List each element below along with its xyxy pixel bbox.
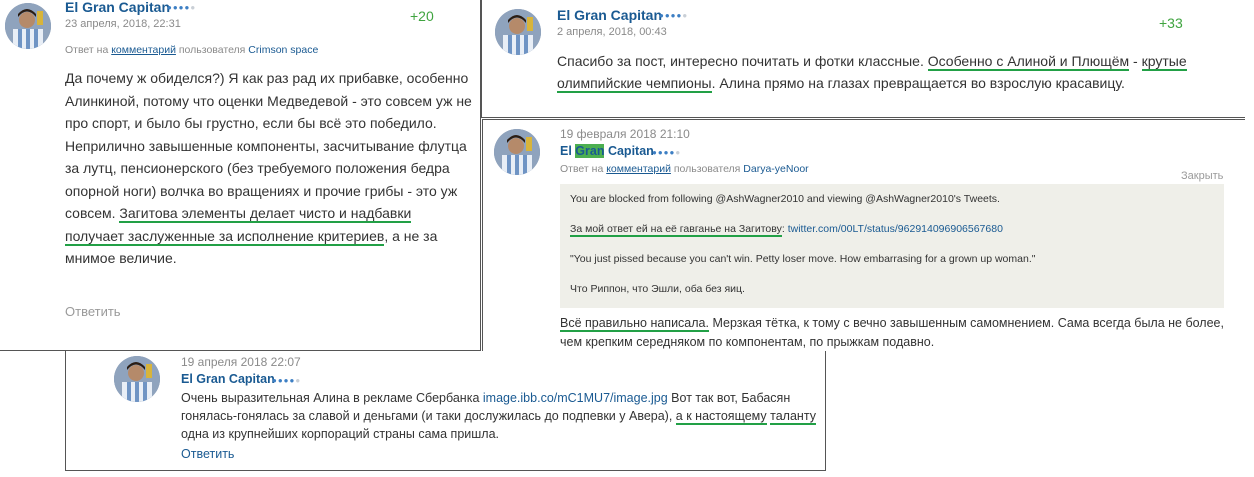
user-avatar[interactable] (5, 3, 51, 49)
highlighted-text: а к настоящему (675, 409, 767, 425)
reply-button[interactable]: Ответить (65, 304, 121, 319)
comment-score: +20 (410, 8, 434, 24)
comment-card-2: El Gran Capitan ●●●●● 2 апреля, 2018, 00… (481, 0, 1245, 118)
username[interactable]: El Gran Capitan (560, 144, 654, 158)
user-avatar[interactable] (494, 129, 540, 175)
comment-text: Да почему ж обиделся?) Я как раз рад их … (65, 70, 472, 266)
comment-date: 2 апреля, 2018, 00:43 (557, 26, 667, 38)
comment-card-4: 19 апреля 2018 22:07 El Gran Capitan ●●●… (65, 351, 826, 471)
comment-card-3: 19 февраля 2018 21:10 El Gran Capitan ●●… (482, 119, 1245, 351)
username[interactable]: El Gran Capitan (65, 0, 170, 15)
reply-comment-link[interactable]: комментарий (111, 44, 176, 56)
comment-text: Всё правильно написала. Мерзкая тётка, к… (560, 316, 1224, 349)
rank-dots: ●●●●● (659, 11, 689, 20)
rank-dots: ●●●●● (652, 148, 682, 157)
quote-line: За мой ответ ей на её гавганье на Загито… (570, 223, 1003, 237)
comment-date: 19 февраля 2018 21:10 (560, 127, 690, 141)
username[interactable]: El Gran Capitan (181, 372, 275, 386)
quote-line: Что Риппон, что Эшли, оба без яиц. (570, 283, 745, 295)
highlighted-text: Особенно с Алиной и Плющём (927, 53, 1130, 71)
comment-score: +33 (1159, 15, 1183, 31)
reply-user-link[interactable]: Crimson space (248, 44, 318, 56)
quote-line: You are blocked from following @AshWagne… (570, 193, 1000, 205)
highlighted-text: Всё правильно написала. (560, 316, 709, 332)
comment-text: Спасибо за пост, интересно почитать и фо… (557, 53, 1187, 93)
comment-date: 23 апреля, 2018, 22:31 (65, 18, 181, 30)
comment-card-1: El Gran Capitan ●●●●● 23 апреля, 2018, 2… (0, 0, 481, 351)
image-link[interactable]: image.ibb.co/mC1MU7/image.jpg (483, 391, 668, 405)
tweet-link[interactable]: twitter.com/00LT/status/9629140969065676… (788, 223, 1003, 235)
rank-dots: ●●●●● (272, 376, 302, 385)
reply-comment-link[interactable]: комментарий (606, 163, 671, 175)
reply-user-link[interactable]: Darya-yeNoor (743, 163, 808, 175)
quote-line: "You just pissed because you can't win. … (570, 253, 1036, 265)
reply-button[interactable]: Ответить (181, 447, 234, 461)
comment-text: Очень выразительная Алина в рекламе Сбер… (181, 391, 816, 441)
reply-to-line: Ответ на комментарий пользователя Darya-… (560, 163, 809, 175)
reply-to-line: Ответ на комментарий пользователя Crimso… (65, 44, 319, 56)
search-highlight: Gran (575, 144, 605, 158)
close-button[interactable]: Закрыть (1181, 170, 1223, 182)
comment-date: 19 апреля 2018 22:07 (181, 355, 301, 369)
highlighted-text: таланту (770, 409, 816, 425)
user-avatar[interactable] (114, 356, 160, 402)
username[interactable]: El Gran Capitan (557, 7, 662, 23)
quoted-block: You are blocked from following @AshWagne… (560, 184, 1224, 308)
user-avatar[interactable] (495, 9, 541, 55)
highlighted-text: За мой ответ ей на её гавганье на Загито… (570, 223, 782, 237)
rank-dots: ●●●●● (167, 3, 197, 12)
